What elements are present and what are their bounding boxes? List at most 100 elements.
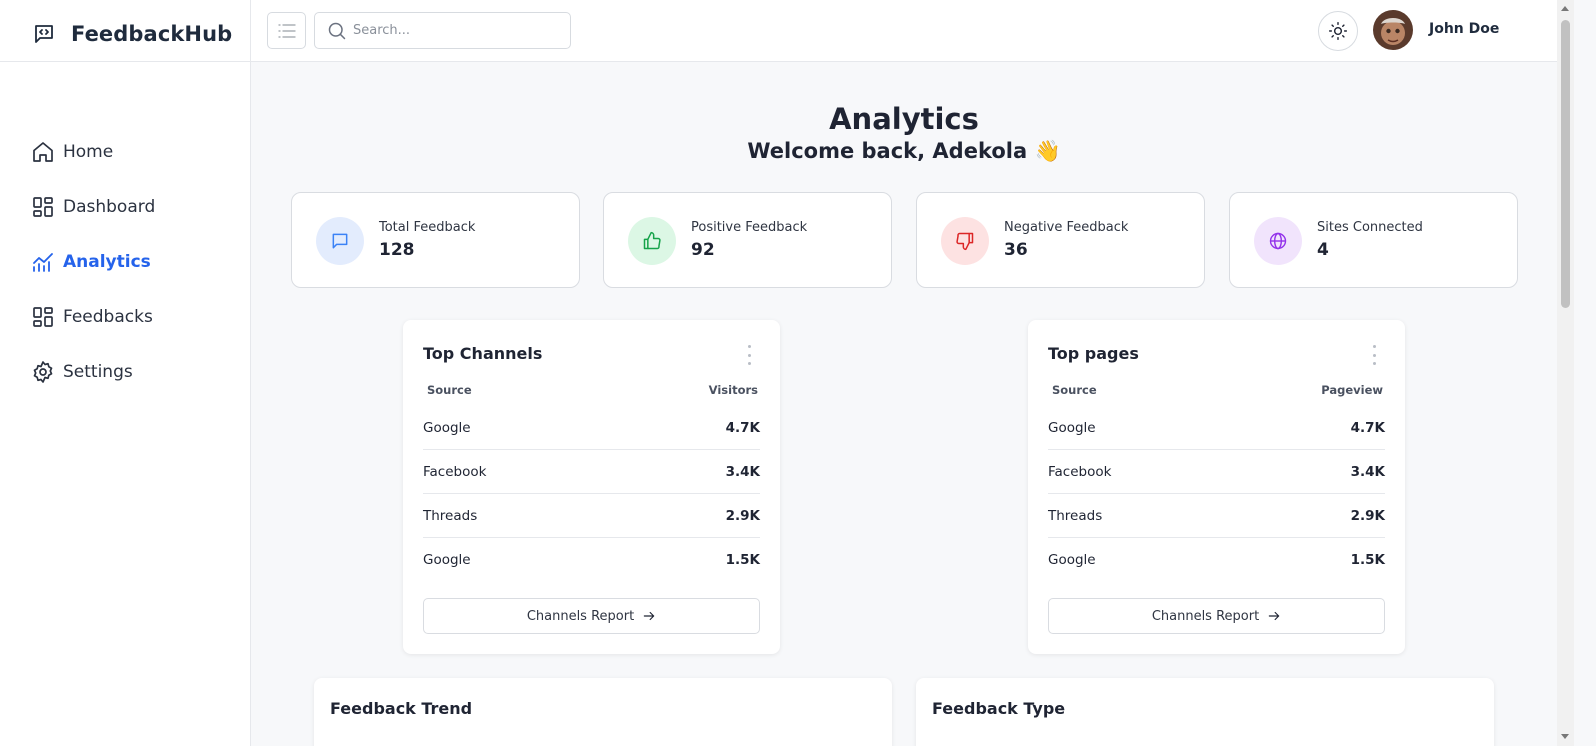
- card-title: Top pages: [1048, 344, 1139, 363]
- globe-icon: [1269, 232, 1287, 250]
- more-options-icon[interactable]: [746, 345, 752, 365]
- row-value: 3.4K: [725, 463, 760, 480]
- scroll-thumb[interactable]: [1561, 20, 1570, 308]
- button-label: Channels Report: [1151, 608, 1260, 624]
- main-content: Analytics Welcome back, Adekola 👋 Total …: [251, 62, 1557, 746]
- stat-label: Total Feedback: [379, 220, 476, 235]
- column-header-visitors: Visitors: [708, 383, 758, 397]
- table-row: Google 1.5K: [423, 538, 760, 582]
- topbar: John Doe: [251, 0, 1557, 62]
- sidebar-item-settings[interactable]: Settings: [0, 344, 251, 399]
- channels-report-button[interactable]: Channels Report: [1048, 598, 1385, 634]
- stat-card-negative-feedback: Negative Feedback 36: [916, 192, 1205, 288]
- table-row: Facebook 3.4K: [423, 450, 760, 494]
- stat-card-positive-feedback: Positive Feedback 92: [603, 192, 892, 288]
- row-value: 2.9K: [1350, 507, 1385, 524]
- search-icon: [328, 22, 346, 39]
- column-header-source: Source: [427, 383, 472, 397]
- welcome-message: Welcome back, Adekola 👋: [747, 139, 1061, 163]
- sun-icon: [1328, 21, 1348, 41]
- brand-name: FeedbackHub: [71, 21, 233, 46]
- row-source: Google: [1048, 552, 1096, 568]
- avatar[interactable]: [1373, 10, 1413, 50]
- channels-report-button[interactable]: Channels Report: [423, 598, 760, 634]
- sidebar-nav: Home Dashboard Analytics Feedbacks Setti…: [0, 124, 251, 399]
- list-icon: [277, 23, 296, 38]
- search-box[interactable]: [314, 12, 571, 49]
- stat-value: 92: [691, 240, 715, 260]
- page-scrollbar[interactable]: [1557, 0, 1574, 746]
- row-value: 3.4K: [1350, 463, 1385, 480]
- button-label: Channels Report: [526, 608, 635, 624]
- table-row: Google 4.7K: [423, 406, 760, 450]
- card-title: Top Channels: [423, 344, 543, 363]
- thumbs-down-icon: [956, 232, 974, 251]
- stat-label: Negative Feedback: [1004, 220, 1129, 235]
- column-header-pageview: Pageview: [1321, 383, 1383, 397]
- table-row: Google 4.7K: [1048, 406, 1385, 450]
- top-channels-card: Top Channels Source Visitors Google 4.7K…: [403, 320, 780, 654]
- stat-icon-wrap: [941, 217, 989, 265]
- dashboard-icon: [33, 196, 53, 217]
- stat-label: Sites Connected: [1317, 220, 1423, 235]
- search-input[interactable]: [353, 23, 553, 38]
- more-options-icon[interactable]: [1371, 345, 1377, 365]
- sidebar-item-home[interactable]: Home: [0, 124, 251, 179]
- table-row: Threads 2.9K: [1048, 494, 1385, 538]
- sidebar: FeedbackHub Home Dashboard Analytics Fee…: [0, 0, 251, 746]
- stat-label: Positive Feedback: [691, 220, 808, 235]
- card-title: Feedback Trend: [330, 699, 473, 718]
- sidebar-item-dashboard[interactable]: Dashboard: [0, 179, 251, 234]
- gear-icon: [33, 360, 53, 383]
- stat-icon-wrap: [316, 217, 364, 265]
- row-value: 4.7K: [1350, 419, 1385, 436]
- stat-card-total-feedback: Total Feedback 128: [291, 192, 580, 288]
- row-value: 4.7K: [725, 419, 760, 436]
- feedback-logo-icon: [35, 24, 53, 43]
- row-source: Facebook: [423, 463, 487, 480]
- sidebar-item-label: Settings: [63, 361, 133, 382]
- row-source: Threads: [1048, 507, 1103, 524]
- feedback-type-card: Feedback Type: [916, 678, 1494, 746]
- page-title: Analytics: [829, 102, 979, 136]
- user-name[interactable]: John Doe: [1429, 21, 1499, 37]
- sidebar-item-label: Feedbacks: [63, 306, 153, 327]
- table-row: Threads 2.9K: [423, 494, 760, 538]
- top-pages-card: Top pages Source Pageview Google 4.7K Fa…: [1028, 320, 1405, 654]
- scroll-up-arrow-icon[interactable]: [1561, 6, 1569, 11]
- arrow-right-icon: [643, 611, 655, 621]
- sidebar-item-label: Analytics: [63, 251, 151, 272]
- theme-toggle-button[interactable]: [1318, 11, 1358, 51]
- stat-value: 36: [1004, 240, 1028, 260]
- sidebar-item-label: Home: [63, 141, 114, 162]
- table-row: Facebook 3.4K: [1048, 450, 1385, 494]
- table-row: Google 1.5K: [1048, 538, 1385, 582]
- stat-value: 128: [379, 240, 415, 260]
- sidebar-item-analytics[interactable]: Analytics: [0, 234, 251, 289]
- row-value: 1.5K: [725, 552, 760, 568]
- row-source: Google: [423, 552, 471, 568]
- stat-icon-wrap: [628, 217, 676, 265]
- stat-value: 4: [1317, 240, 1329, 260]
- stat-icon-wrap: [1254, 217, 1302, 265]
- thumbs-up-icon: [643, 231, 661, 250]
- row-source: Threads: [423, 507, 478, 524]
- user-avatar-image: [1373, 10, 1413, 50]
- row-source: Facebook: [1048, 463, 1112, 480]
- analytics-icon: [33, 252, 53, 272]
- scroll-down-arrow-icon[interactable]: [1561, 734, 1569, 739]
- row-source: Google: [1048, 419, 1096, 436]
- card-title: Feedback Type: [932, 699, 1066, 718]
- feedback-trend-card: Feedback Trend: [314, 678, 892, 746]
- column-header-source: Source: [1052, 383, 1097, 397]
- feedbacks-icon: [33, 306, 53, 327]
- menu-toggle-button[interactable]: [267, 12, 306, 49]
- row-source: Google: [423, 419, 471, 436]
- home-icon: [33, 141, 53, 162]
- message-icon: [332, 233, 348, 249]
- sidebar-item-feedbacks[interactable]: Feedbacks: [0, 289, 251, 344]
- stat-card-sites-connected: Sites Connected 4: [1229, 192, 1518, 288]
- row-value: 2.9K: [725, 507, 760, 524]
- brand[interactable]: FeedbackHub: [0, 0, 250, 62]
- sidebar-item-label: Dashboard: [63, 196, 156, 217]
